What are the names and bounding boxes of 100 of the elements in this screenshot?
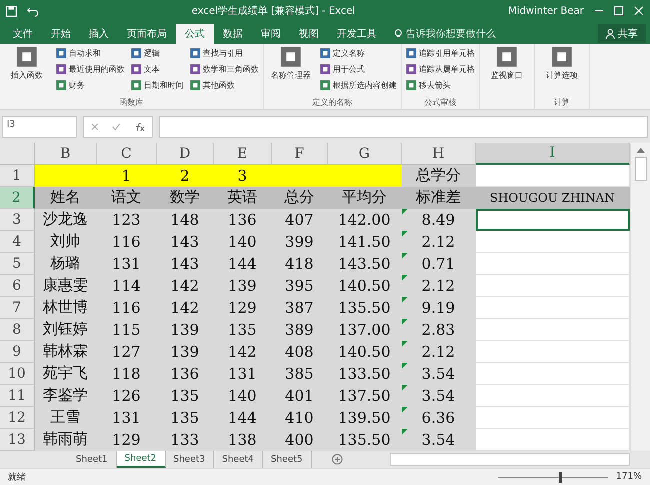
table-cell: 苑宇飞	[35, 363, 97, 385]
ribbon-tab[interactable]: 页面布局	[118, 24, 176, 44]
row-header[interactable]: 13	[0, 429, 35, 451]
zoom-thumb[interactable]	[558, 472, 562, 482]
row-header[interactable]: 10	[0, 363, 35, 385]
row-header[interactable]: 6	[0, 275, 35, 297]
error-flag-icon	[402, 231, 408, 237]
error-flag-icon	[402, 363, 408, 369]
ribbon-button[interactable]: 财务	[56, 78, 125, 92]
table-cell: 139.50	[328, 407, 402, 429]
undo-icon[interactable]	[27, 6, 39, 16]
name-box[interactable]: I3	[2, 116, 77, 138]
row-header[interactable]: 9	[0, 341, 35, 363]
ribbon-tab[interactable]: 开始	[42, 24, 80, 44]
ribbon-tab[interactable]: 插入	[80, 24, 118, 44]
tell-me-field[interactable]: 告诉我你想要做什么	[394, 24, 496, 44]
table-cell: 385	[272, 363, 328, 385]
table-cell: 总分	[272, 187, 328, 209]
table-cell: 康惠雯	[35, 275, 97, 297]
ribbon-tab[interactable]: 数据	[214, 24, 252, 44]
ribbon-button[interactable]: 监视窗口	[484, 46, 530, 97]
ribbon-button[interactable]: 自动求和	[56, 46, 125, 60]
table-cell: 401	[272, 385, 328, 407]
close-icon[interactable]	[634, 6, 644, 16]
table-cell: 1	[97, 165, 157, 187]
ribbon-button[interactable]: 名称管理器	[268, 46, 314, 97]
row-header[interactable]: 8	[0, 319, 35, 341]
error-flag-icon	[402, 253, 408, 259]
maximize-icon[interactable]	[614, 6, 624, 16]
column-header[interactable]: D	[157, 143, 214, 165]
ribbon-button[interactable]: 移去箭头	[406, 78, 475, 92]
column-header[interactable]: B	[35, 143, 97, 165]
horizontal-scrollbar[interactable]	[390, 453, 630, 466]
ribbon-button[interactable]: 定义名称	[320, 46, 397, 60]
vertical-scrollbar[interactable]	[630, 143, 650, 451]
table-cell: 0.71	[402, 253, 476, 275]
table-cell: 115	[97, 319, 157, 341]
table-cell: 137.50	[328, 385, 402, 407]
table-cell: 135.50	[328, 429, 402, 451]
ribbon-tab[interactable]: 开发工具	[328, 24, 386, 44]
formula-input[interactable]	[159, 116, 648, 138]
table-cell: 123	[97, 209, 157, 231]
ribbon-button[interactable]: 文本	[131, 62, 184, 76]
add-sheet-icon[interactable]	[332, 454, 343, 465]
ribbon-button[interactable]: 日期和时间	[131, 78, 184, 92]
ribbon-button[interactable]: 数学和三角函数	[190, 62, 259, 76]
table-cell: 143	[157, 253, 214, 275]
save-icon[interactable]	[6, 6, 17, 16]
ribbon-button[interactable]: 追踪引用单元格	[406, 46, 475, 60]
table-cell: 2.12	[402, 275, 476, 297]
table-cell: 133.50	[328, 363, 402, 385]
row-header[interactable]: 11	[0, 385, 35, 407]
ribbon-button[interactable]: 其他函数	[190, 78, 259, 92]
error-flag-icon	[402, 319, 408, 325]
row-header[interactable]: 3	[0, 209, 35, 231]
error-flag-icon	[402, 275, 408, 281]
up-arrow-icon[interactable]	[636, 147, 644, 153]
row-header[interactable]: 5	[0, 253, 35, 275]
ribbon-tab[interactable]: 视图	[290, 24, 328, 44]
column-header[interactable]: I	[476, 143, 630, 165]
ribbon-button[interactable]: 逻辑	[131, 46, 184, 60]
cancel-icon[interactable]	[90, 123, 99, 131]
table-cell: 总学分	[402, 165, 476, 187]
table-cell: 数学	[157, 187, 214, 209]
error-flag-icon	[402, 209, 408, 215]
ribbon-button[interactable]: 根据所选内容创建	[320, 78, 397, 92]
row-header[interactable]: 4	[0, 231, 35, 253]
column-header[interactable]: G	[328, 143, 402, 165]
zoom-level: 171%	[616, 472, 642, 482]
table-cell: 407	[272, 209, 328, 231]
ribbon-button[interactable]: 查找与引用	[190, 46, 259, 60]
ribbon-tab[interactable]: 审阅	[252, 24, 290, 44]
row-header[interactable]: 2	[0, 187, 35, 209]
check-icon[interactable]	[112, 123, 122, 131]
column-header[interactable]: C	[97, 143, 157, 165]
column-header[interactable]: F	[272, 143, 328, 165]
table-cell: 129	[214, 297, 272, 319]
ribbon-button[interactable]: 追踪从属单元格	[406, 62, 475, 76]
table-cell: 116	[97, 231, 157, 253]
ribbon-tab[interactable]: 公式	[176, 24, 214, 44]
table-cell: 刘钰婷	[35, 319, 97, 341]
ribbon-button[interactable]: 插入函数	[4, 46, 50, 97]
scroll-thumb[interactable]	[634, 157, 646, 181]
ribbon-button[interactable]: 计算选项	[539, 46, 585, 97]
row-header[interactable]: 7	[0, 297, 35, 319]
sheet-tab[interactable]: Sheet2	[116, 451, 166, 468]
table-cell: 刘帅	[35, 231, 97, 253]
column-header[interactable]: E	[214, 143, 272, 165]
table-cell: 136	[214, 209, 272, 231]
share-button[interactable]: 共享	[598, 24, 646, 43]
ribbon-button[interactable]: 最近使用的函数	[56, 62, 125, 76]
ribbon-button[interactable]: 用于公式	[320, 62, 397, 76]
table-cell: 138	[214, 429, 272, 451]
table-cell: 408	[272, 341, 328, 363]
row-header[interactable]: 12	[0, 407, 35, 429]
ribbon-tab[interactable]: 文件	[4, 24, 42, 44]
column-header[interactable]: H	[402, 143, 476, 165]
table-cell: 139	[157, 319, 214, 341]
row-header[interactable]: 1	[0, 165, 35, 187]
group-label: 计算	[553, 97, 571, 109]
